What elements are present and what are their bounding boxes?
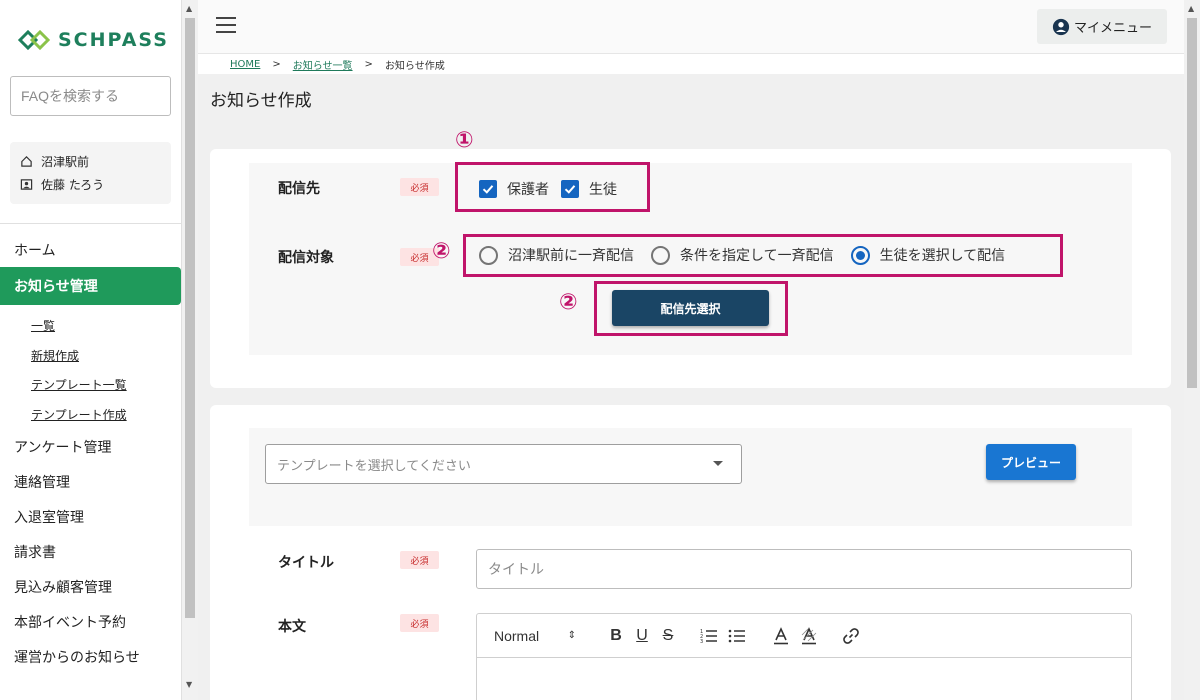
sidebar: SCHPASS 沼津駅前 佐藤 たろう ホーム お知らせ管理 一覧 新規作成 テ… bbox=[0, 0, 182, 700]
text-color-icon[interactable] bbox=[770, 626, 792, 646]
annotation-box-2 bbox=[463, 234, 1063, 277]
sidebar-item-notices[interactable]: お知らせ管理 bbox=[0, 267, 181, 305]
sidebar-item-operator-news[interactable]: 運営からのお知らせ bbox=[0, 639, 181, 674]
editor-toolbar: Normal ⇕ B U S 123 bbox=[477, 614, 1131, 658]
breadcrumb: HOME > お知らせ一覧 > お知らせ作成 bbox=[198, 54, 1184, 74]
annotation-marker-2b: ② bbox=[559, 290, 578, 315]
annotation-marker-1: ① bbox=[455, 128, 474, 153]
sidebar-item-prospects[interactable]: 見込み顧客管理 bbox=[0, 569, 181, 604]
link-icon[interactable] bbox=[840, 626, 862, 646]
main-scrollbar[interactable]: ▲ bbox=[1184, 0, 1200, 700]
svg-text:3: 3 bbox=[700, 639, 703, 645]
target-label: 配信対象 bbox=[278, 250, 334, 266]
body-editor[interactable]: Normal ⇕ B U S 123 bbox=[476, 613, 1132, 700]
header: マイメニュー bbox=[198, 0, 1184, 54]
sidebar-item-entry-exit[interactable]: 入退室管理 bbox=[0, 499, 181, 534]
sidebar-item-contact[interactable]: 連絡管理 bbox=[0, 464, 181, 499]
sidebar-subitem-template-create[interactable]: テンプレート作成 bbox=[0, 400, 181, 430]
user-name: 佐藤 たろう bbox=[41, 178, 105, 192]
scroll-up-icon[interactable]: ▲ bbox=[1188, 4, 1194, 13]
breadcrumb-current: お知らせ作成 bbox=[384, 60, 445, 72]
ordered-list-icon[interactable]: 123 bbox=[698, 626, 720, 646]
logo-text: SCHPASS bbox=[58, 29, 169, 51]
hamburger-icon[interactable] bbox=[216, 17, 236, 33]
recipient-label: 配信先 bbox=[278, 181, 320, 197]
scrollbar-thumb[interactable] bbox=[185, 18, 195, 618]
sidebar-item-hq-events[interactable]: 本部イベント予約 bbox=[0, 604, 181, 639]
template-select[interactable]: テンプレートを選択してください bbox=[265, 444, 742, 484]
sidebar-item-home[interactable]: ホーム bbox=[0, 232, 181, 267]
annotation-box-1 bbox=[455, 162, 650, 212]
format-select-value: Normal bbox=[494, 627, 540, 644]
body-label: 本文 bbox=[278, 619, 306, 635]
sidebar-nav: ホーム お知らせ管理 一覧 新規作成 テンプレート一覧 テンプレート作成 アンケ… bbox=[0, 232, 181, 674]
sidebar-item-survey[interactable]: アンケート管理 bbox=[0, 429, 181, 464]
scroll-down-icon[interactable]: ▼ bbox=[186, 680, 192, 689]
faq-search-input[interactable] bbox=[10, 76, 171, 116]
required-badge: 必須 bbox=[400, 178, 439, 196]
my-menu-label: マイメニュー bbox=[1073, 21, 1152, 36]
breadcrumb-notice-list[interactable]: お知らせ一覧 bbox=[293, 57, 353, 72]
background-color-icon[interactable] bbox=[798, 626, 820, 646]
strike-button[interactable]: S bbox=[658, 626, 678, 646]
user-card-icon bbox=[20, 179, 33, 190]
required-badge: 必須 bbox=[400, 551, 439, 569]
sidebar-scrollbar[interactable]: ▲ ▼ bbox=[182, 0, 198, 700]
breadcrumb-home[interactable]: HOME bbox=[230, 59, 260, 70]
scroll-up-icon[interactable]: ▲ bbox=[186, 4, 192, 13]
home-icon bbox=[21, 156, 32, 167]
account-icon bbox=[1052, 18, 1070, 35]
bullet-list-icon[interactable] bbox=[726, 626, 748, 646]
preview-button[interactable]: プレビュー bbox=[986, 444, 1076, 480]
page-title: お知らせ作成 bbox=[210, 91, 312, 111]
underline-button[interactable]: U bbox=[632, 626, 652, 646]
annotation-box-3 bbox=[594, 281, 788, 336]
school-name: 沼津駅前 bbox=[41, 155, 90, 169]
title-input[interactable] bbox=[476, 549, 1132, 589]
updown-icon: ⇕ bbox=[567, 630, 576, 641]
my-menu-button[interactable]: マイメニュー bbox=[1037, 9, 1167, 44]
title-label: タイトル bbox=[278, 555, 334, 571]
breadcrumb-sep: > bbox=[272, 58, 281, 70]
breadcrumb-sep: > bbox=[364, 58, 373, 70]
bold-button[interactable]: B bbox=[606, 626, 626, 646]
sidebar-subitem-new[interactable]: 新規作成 bbox=[0, 341, 181, 371]
caret-down-icon bbox=[713, 461, 723, 466]
nav-divider bbox=[0, 223, 181, 224]
logo[interactable]: SCHPASS bbox=[16, 26, 169, 54]
annotation-marker-2: ② bbox=[432, 239, 451, 264]
logo-icon bbox=[17, 29, 51, 51]
template-select-placeholder: テンプレートを選択してください bbox=[277, 458, 471, 474]
sidebar-item-invoice[interactable]: 請求書 bbox=[0, 534, 181, 569]
user-info: 沼津駅前 佐藤 たろう bbox=[10, 142, 171, 204]
format-select[interactable]: Normal ⇕ bbox=[494, 626, 580, 646]
sidebar-subitem-list[interactable]: 一覧 bbox=[0, 311, 181, 341]
required-badge: 必須 bbox=[400, 614, 439, 632]
scrollbar-thumb[interactable] bbox=[1187, 18, 1197, 388]
sidebar-subitem-template-list[interactable]: テンプレート一覧 bbox=[0, 370, 181, 400]
